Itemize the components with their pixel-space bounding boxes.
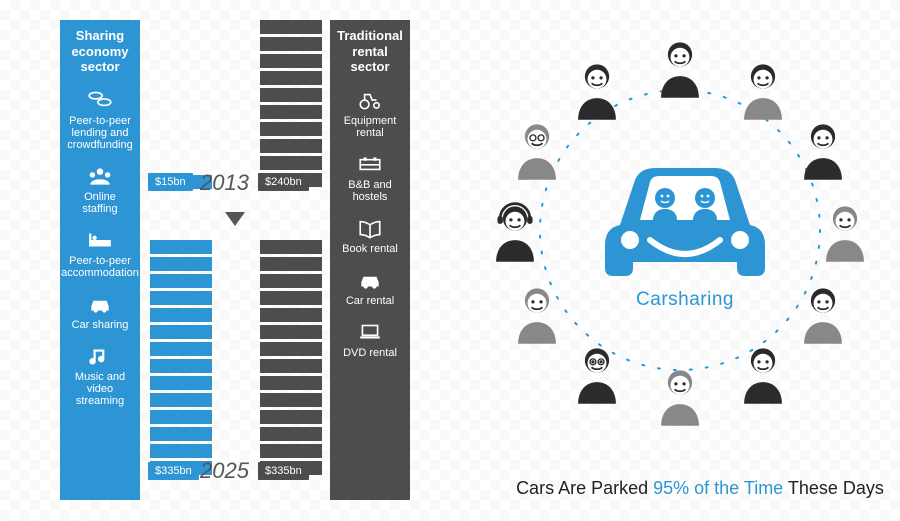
bar-trad-2013 [260,20,322,190]
traditional-column: Traditional rental sector Equipment rent… [330,20,410,500]
caption-pre: Cars Are Parked [516,478,653,498]
bed-icon [87,229,113,251]
car-icon [87,293,113,315]
person-icon [653,38,707,98]
car-smiling-icon [595,150,775,290]
badge-trad-2025: $335bn [258,462,309,480]
carsharing-diagram: Carsharing [480,20,880,440]
arrow-down-icon [225,212,245,226]
person-icon [796,120,850,180]
person-icon [653,366,707,426]
traditional-title: Traditional rental sector [336,28,404,75]
sharing-title: Sharing economy sector [66,28,134,75]
traditional-item-label: B&B and hostels [336,179,404,203]
sharing-item-label: Music and video streaming [66,371,134,407]
hostel-bed-icon [357,153,383,175]
sharing-column: Sharing economy sector Peer-to-peer lend… [60,20,140,500]
badge-trad-2013: $240bn [258,173,309,191]
music-icon [87,345,113,367]
carsharing-label: Carsharing [595,289,775,311]
tractor-icon [357,89,383,111]
people-icon [87,165,113,187]
caption-highlight: 95% of the Time [653,478,783,498]
person-headphones-icon [488,202,542,262]
center-car: Carsharing [595,150,775,320]
sharing-item-label: Peer-to-peer lending and crowdfunding [66,115,134,151]
traditional-item-label: Book rental [342,243,398,255]
traditional-item-label: DVD rental [343,347,397,359]
bar-sharing-2025 [150,240,212,478]
car-rental-icon [357,269,383,291]
badge-sharing-2025: $335bn [148,462,199,480]
bar-trad-2025 [260,240,322,478]
sector-comparison-chart: Sharing economy sector Peer-to-peer lend… [0,0,440,521]
person-icon [570,344,624,404]
person-icon [818,202,872,262]
coins-icon [87,89,113,111]
sharing-item-label: Peer-to-peer accommodation [61,255,139,279]
year-2025: 2025 [200,458,249,484]
caption: Cars Are Parked 95% of the Time These Da… [500,478,900,499]
laptop-icon [357,321,383,343]
person-icon [510,284,564,344]
year-2013: 2013 [200,170,249,196]
person-icon [796,284,850,344]
traditional-item-label: Car rental [346,295,394,307]
person-icon [736,344,790,404]
person-icon [736,60,790,120]
bar-area [150,20,320,500]
person-glasses-icon [510,120,564,180]
badge-sharing-2013: $15bn [148,173,193,191]
caption-post: These Days [783,478,884,498]
book-icon [357,217,383,239]
sharing-item-label: Car sharing [72,319,129,331]
traditional-item-label: Equipment rental [336,115,404,139]
sharing-item-label: Online staffing [66,191,134,215]
person-icon [570,60,624,120]
